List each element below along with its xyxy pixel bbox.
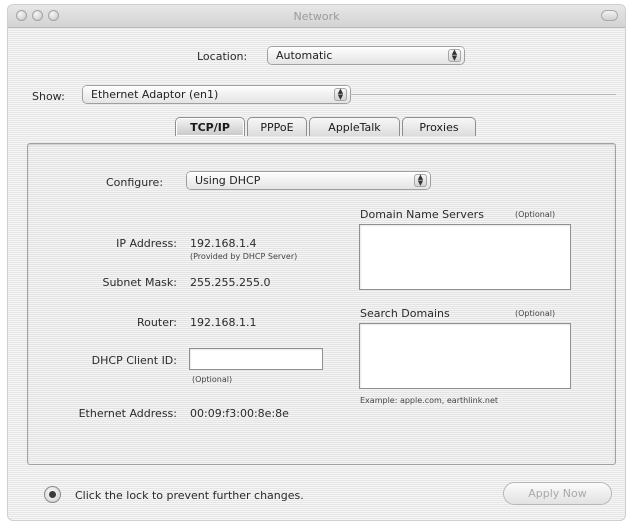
dns-servers-list[interactable] xyxy=(359,224,571,290)
search-domains-example: Example: apple.com, earthlink.net xyxy=(360,396,499,405)
popup-arrows-icon: ▲ ▼ xyxy=(414,174,427,187)
ip-address-label: IP Address: xyxy=(116,237,177,250)
lock-icon[interactable] xyxy=(44,486,61,503)
window-title: Network xyxy=(293,10,340,23)
show-label: Show: xyxy=(32,90,65,103)
dhcp-client-id-note: (Optional) xyxy=(192,375,233,384)
configure-popup[interactable]: Using DHCP ▲ ▼ xyxy=(187,172,430,189)
search-domains-list[interactable] xyxy=(359,323,571,389)
tab-appletalk[interactable]: AppleTalk xyxy=(309,117,400,136)
subnet-mask-label: Subnet Mask: xyxy=(102,276,177,289)
title-bar: Network xyxy=(8,5,625,28)
lock-message: Click the lock to prevent further change… xyxy=(75,489,304,502)
toolbar-toggle-icon[interactable] xyxy=(601,10,618,21)
tab-pppoe[interactable]: PPPoE xyxy=(247,117,307,136)
router-value: 192.168.1.1 xyxy=(190,316,257,329)
ethernet-address-label: Ethernet Address: xyxy=(78,407,177,420)
router-label: Router: xyxy=(137,316,177,329)
dns-optional-label: (Optional) xyxy=(515,210,556,219)
show-value: Ethernet Adaptor (en1) xyxy=(91,88,219,101)
configure-label: Configure: xyxy=(106,176,164,189)
location-label: Location: xyxy=(197,50,248,63)
show-popup[interactable]: Ethernet Adaptor (en1) ▲ ▼ xyxy=(83,86,350,103)
ip-address-value: 192.168.1.4 xyxy=(190,237,257,250)
search-domains-optional-label: (Optional) xyxy=(515,309,556,318)
popup-arrows-icon: ▲ ▼ xyxy=(448,49,461,62)
subnet-mask-value: 255.255.255.0 xyxy=(190,276,271,289)
dhcp-client-id-field[interactable] xyxy=(189,348,323,370)
ip-address-note: (Provided by DHCP Server) xyxy=(190,252,298,261)
configure-value: Using DHCP xyxy=(195,174,261,187)
tab-tcpip[interactable]: TCP/IP xyxy=(175,117,245,136)
ethernet-address-value: 00:09:f3:00:8e:8e xyxy=(190,407,289,420)
popup-arrows-icon: ▲ ▼ xyxy=(334,88,347,101)
dns-label: Domain Name Servers xyxy=(360,208,484,221)
tab-proxies[interactable]: Proxies xyxy=(402,117,476,136)
separator-line xyxy=(350,94,616,95)
location-value: Automatic xyxy=(276,49,333,62)
apply-now-button[interactable]: Apply Now xyxy=(504,483,611,504)
search-domains-label: Search Domains xyxy=(360,307,450,320)
location-popup[interactable]: Automatic ▲ ▼ xyxy=(268,47,464,64)
dhcp-client-id-label: DHCP Client ID: xyxy=(91,354,177,367)
